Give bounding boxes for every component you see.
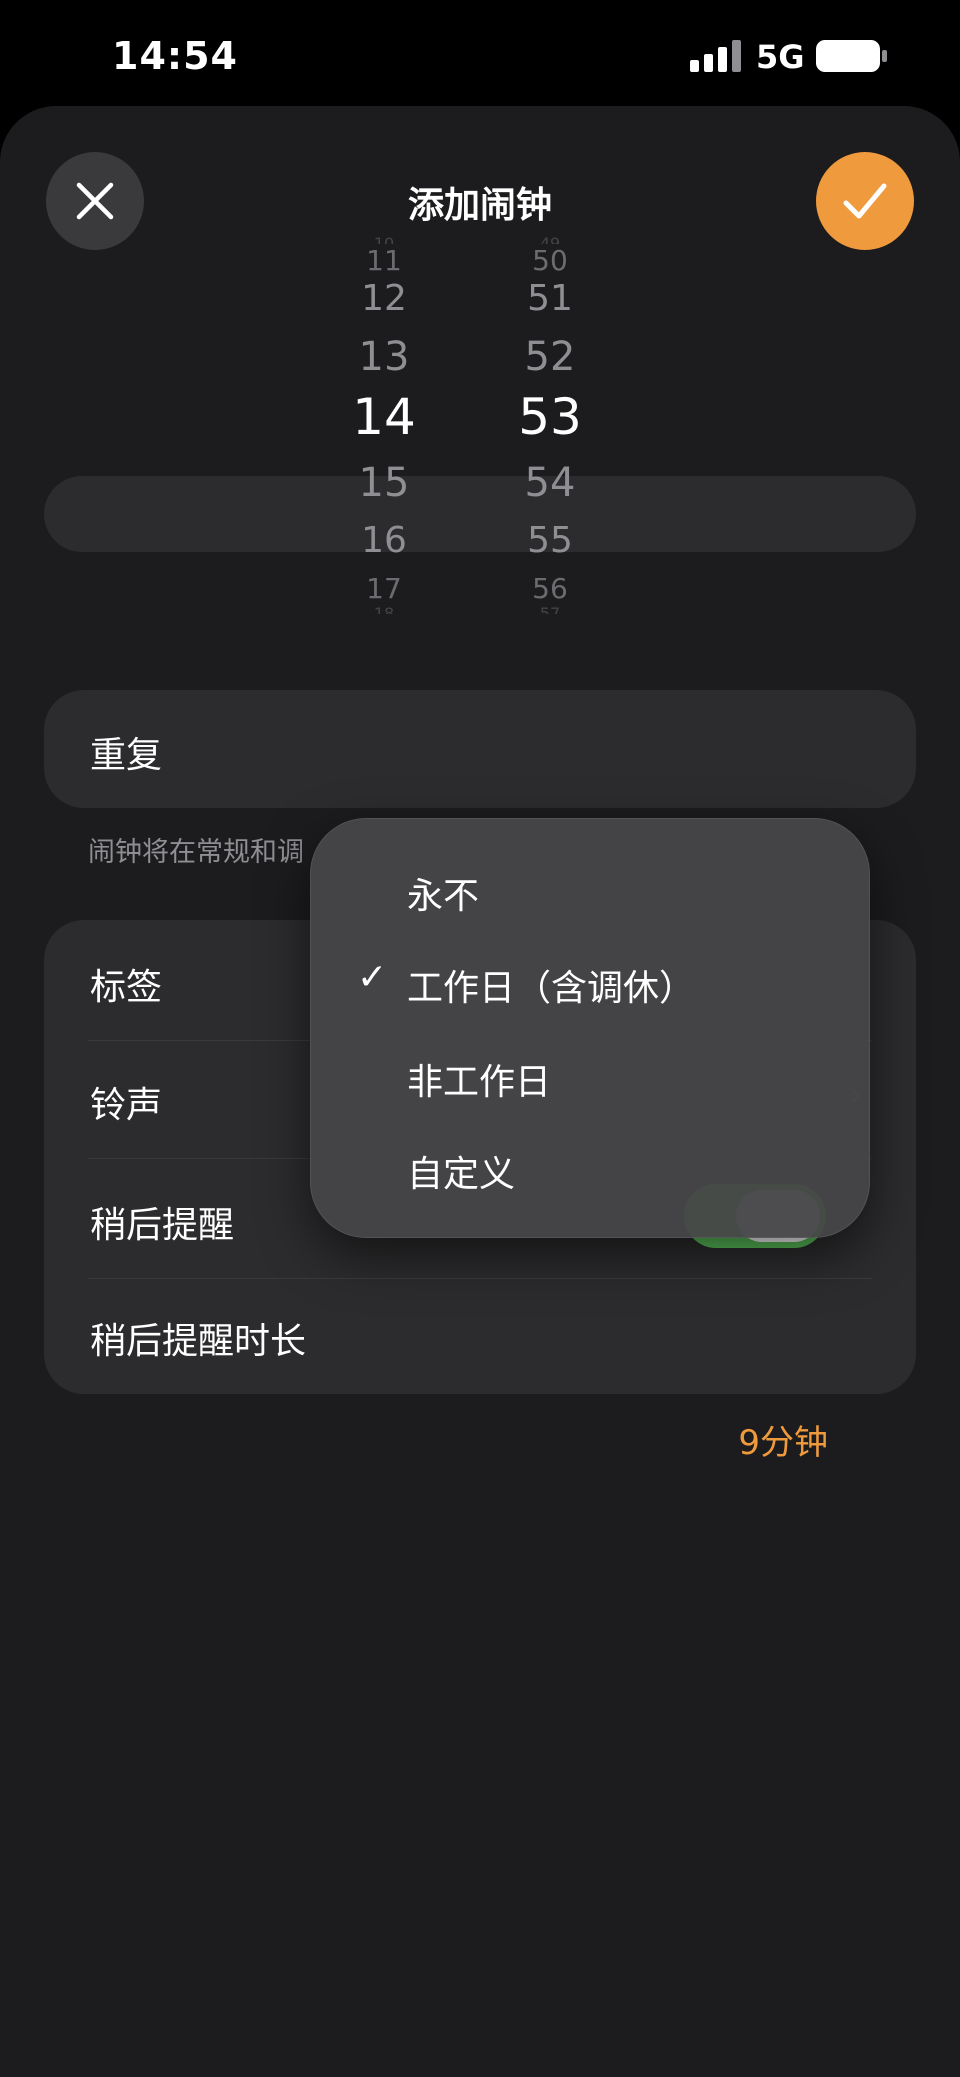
menu-item-never[interactable]: 永不 [311,843,871,935]
minute-option[interactable]: 49 [490,234,610,244]
menu-item-non-workdays[interactable]: 非工作日 [311,1029,871,1121]
repeat-options-menu: 永不 ✓ 工作日（含调休） 非工作日 自定义 [310,818,870,1238]
repeat-hint: 闹钟将在常规和调 [88,837,304,868]
hour-option[interactable]: 15 [324,460,444,506]
repeat-label: 重复 [90,735,163,776]
status-time: 14:54 [112,34,238,78]
repeat-row[interactable]: 重复 [44,690,916,808]
selected-minute[interactable]: 53 [490,388,610,446]
snooze-duration-label[interactable]: 稍后提醒时长 [90,1312,306,1364]
menu-item-label: 工作日（含调休） [407,968,696,1009]
hour-option[interactable]: 13 [324,334,444,380]
hour-option[interactable]: 17 [324,572,444,605]
snooze-duration-value[interactable]: 9分钟 [738,1415,828,1464]
minute-option[interactable]: 52 [490,334,610,380]
hour-option[interactable]: 11 [324,244,444,277]
minute-option[interactable]: 56 [490,572,610,605]
ringtone-row-label[interactable]: 铃声 [90,1076,162,1128]
menu-item-workdays[interactable]: ✓ 工作日（含调休） [311,935,871,1027]
divider [88,1278,872,1279]
picker-selection-highlight [44,476,916,552]
menu-item-label: 非工作日 [407,1062,552,1103]
cellular-signal-icon [690,40,741,72]
minute-option[interactable]: 51 [490,278,610,319]
snooze-row-label: 稍后提醒 [90,1205,235,1246]
battery-icon [816,40,887,72]
minute-option[interactable]: 55 [490,520,610,561]
status-bar: 14:54 5G [0,0,960,110]
menu-item-label: 自定义 [407,1154,516,1195]
minute-option[interactable]: 57 [490,604,610,614]
minute-option[interactable]: 50 [490,244,610,277]
selected-hour[interactable]: 14 [324,388,444,446]
label-row-label[interactable]: 标签 [90,958,162,1010]
confirm-button[interactable] [816,152,914,250]
checkmark-icon [843,183,887,219]
hour-option[interactable]: 16 [324,520,444,561]
menu-item-label: 永不 [407,876,480,917]
hour-option[interactable]: 10 [324,234,444,244]
checkmark-icon: ✓ [357,957,388,998]
network-type: 5G [756,38,805,76]
minute-option[interactable]: 54 [490,460,610,506]
hour-option[interactable]: 18 [324,604,444,614]
menu-item-custom[interactable]: 自定义 [311,1121,871,1213]
hour-option[interactable]: 12 [324,278,444,319]
